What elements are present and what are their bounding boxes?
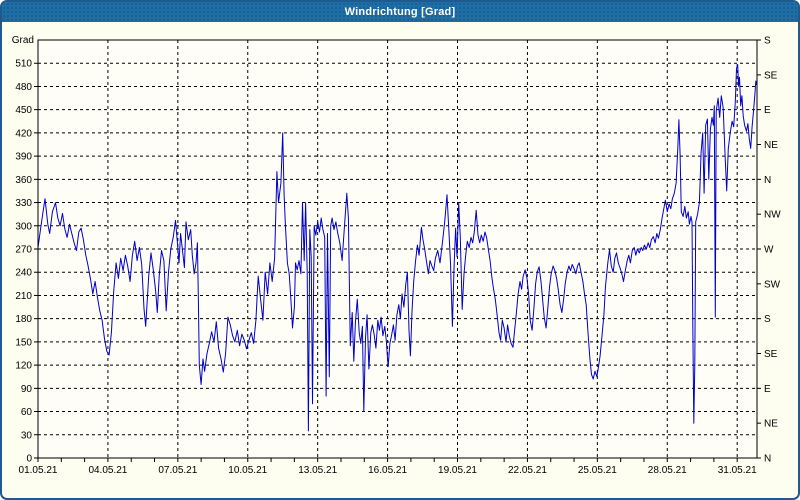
- y-left-tick-label: 60: [21, 407, 33, 418]
- y-left-tick-label: 30: [21, 430, 33, 441]
- chart-window: Windrichtung [Grad] 0 30 60 90 120 150 180 210 2…: [0, 0, 800, 500]
- y-right-tick-label: E: [764, 384, 771, 395]
- x-tick-label: 31.05.21: [718, 465, 757, 476]
- y-right-tick-label: N: [764, 175, 771, 186]
- y-left-tick-label: 330: [15, 198, 32, 209]
- x-tick-label: 28.05.21: [648, 465, 687, 476]
- y-left-tick-label: 120: [15, 361, 32, 372]
- x-tick-label: 22.05.21: [508, 465, 547, 476]
- chart-area: 0 30 60 90 120 150 180 210 240 270 300 330 360 390 420…: [2, 22, 798, 498]
- y-left-tick-label: 300: [15, 221, 32, 232]
- y-left-tick-label: 150: [15, 337, 32, 348]
- y-right-tick-label: SW: [764, 279, 781, 290]
- plot-area: 0 30 60 90 120 150 180 210 240 270 300 330 360 390 420…: [12, 35, 781, 476]
- y-right-tick-label: NE: [764, 419, 778, 430]
- window-title: Windrichtung [Grad]: [344, 6, 456, 18]
- y-left-tick-label: 510: [15, 59, 32, 70]
- y-right-tick-label: NW: [764, 210, 781, 221]
- x-tick-label: 25.05.21: [578, 465, 617, 476]
- y-right-tick-label: NE: [764, 140, 778, 151]
- y-left-tick-label: 0: [26, 454, 32, 465]
- y-left-tick-label: 180: [15, 314, 32, 325]
- y-right-tick-label: N: [764, 454, 771, 465]
- y-left-tick-label: 360: [15, 175, 32, 186]
- y-left-tick-label: 420: [15, 128, 32, 139]
- y-left-tick-label: 240: [15, 268, 32, 279]
- y-left-tick-label: 90: [21, 384, 33, 395]
- y-left-tick-label: 210: [15, 291, 32, 302]
- y-right-tick-label: W: [764, 245, 774, 256]
- y-left-tick-label: 450: [15, 105, 32, 116]
- y-left-tick-label: 270: [15, 245, 32, 256]
- y-right-tick-label: E: [764, 105, 771, 116]
- plot-background: [38, 40, 757, 458]
- x-tick-label: 19.05.21: [438, 465, 477, 476]
- window-titlebar: Windrichtung [Grad]: [2, 2, 798, 22]
- y-right-tick-label: SE: [764, 349, 778, 360]
- y-left-tick-label: 480: [15, 82, 32, 93]
- y-right-tick-label: SE: [764, 70, 778, 81]
- x-tick-label: 16.05.21: [368, 465, 407, 476]
- x-tick-label: 07.05.21: [158, 465, 197, 476]
- y-axis-unit-label: Grad: [12, 35, 34, 46]
- y-right-tick-label: S: [764, 314, 771, 325]
- x-tick-label: 01.05.21: [19, 465, 58, 476]
- x-tick-label: 13.05.21: [298, 465, 337, 476]
- y-right-tick-label: S: [764, 36, 771, 47]
- x-tick-label: 04.05.21: [88, 465, 127, 476]
- x-tick-label: 10.05.21: [228, 465, 267, 476]
- y-left-tick-label: 390: [15, 152, 32, 163]
